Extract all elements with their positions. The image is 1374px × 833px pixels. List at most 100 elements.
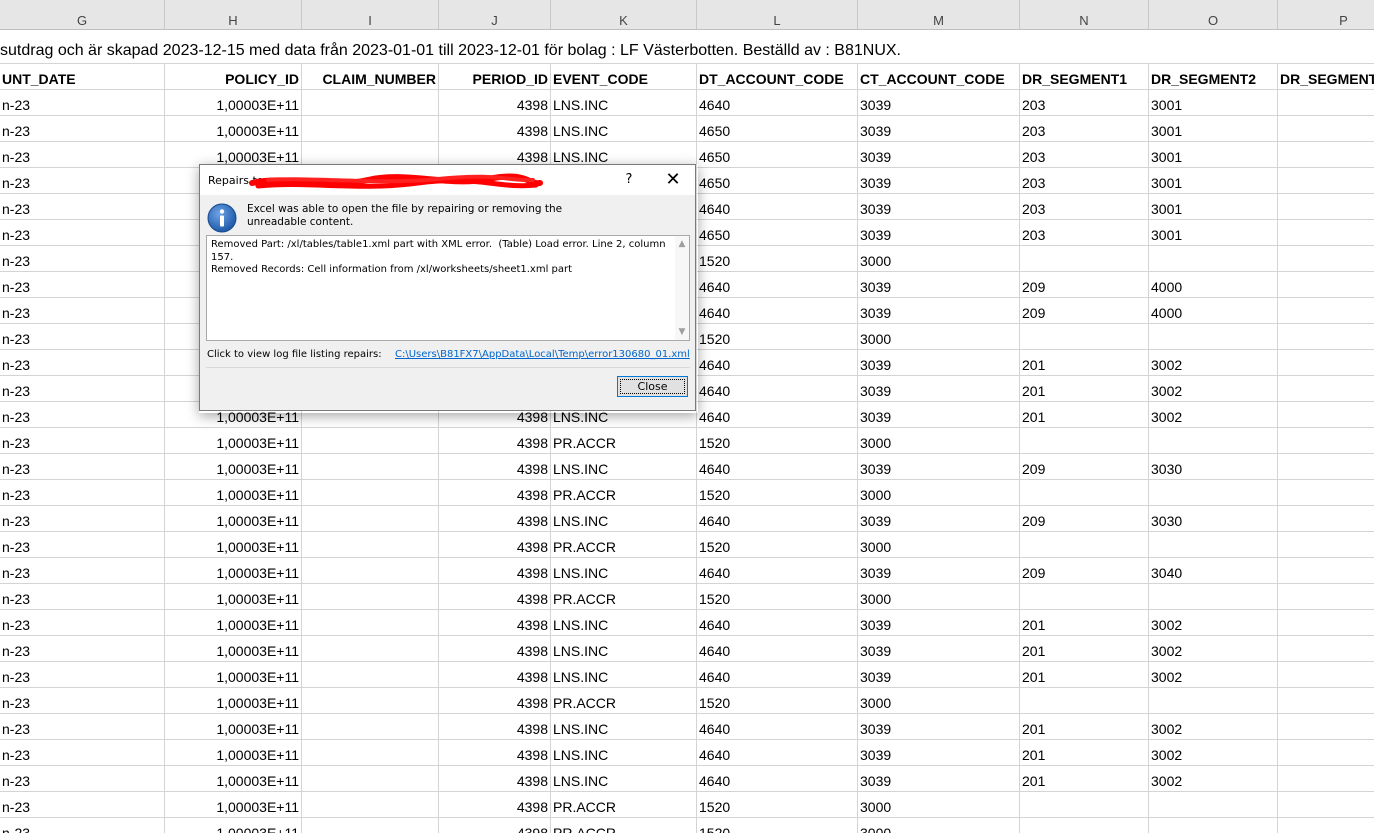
- cell-col-m[interactable]: 3039: [858, 90, 1020, 115]
- cell-col-p[interactable]: [1278, 506, 1374, 531]
- cell-col-n[interactable]: 209: [1020, 506, 1149, 531]
- cell-col-l[interactable]: 4640: [697, 636, 858, 661]
- cell-col-l[interactable]: 4640: [697, 558, 858, 583]
- cell-col-h[interactable]: 1,00003E+11: [165, 636, 302, 661]
- cell-col-o[interactable]: [1149, 246, 1278, 271]
- cell-col-l[interactable]: 4650: [697, 142, 858, 167]
- dialog-titlebar[interactable]: Repairs to ? ✕: [200, 165, 695, 195]
- column-letter-k[interactable]: K: [551, 0, 697, 29]
- cell-col-j[interactable]: 4398: [439, 818, 551, 833]
- cell-col-o[interactable]: 3001: [1149, 116, 1278, 141]
- cell-col-n[interactable]: 201: [1020, 740, 1149, 765]
- repair-details-box[interactable]: Removed Part: /xl/tables/table1.xml part…: [206, 235, 690, 341]
- cell-col-h[interactable]: 1,00003E+11: [165, 428, 302, 453]
- cell-col-l[interactable]: 4640: [697, 90, 858, 115]
- cell-col-h[interactable]: 1,00003E+11: [165, 792, 302, 817]
- header-cell-col-g[interactable]: UNT_DATE: [0, 64, 165, 89]
- cell-col-g[interactable]: n-23: [0, 636, 165, 661]
- cell-col-o[interactable]: 3002: [1149, 740, 1278, 765]
- cell-col-l[interactable]: 1520: [697, 818, 858, 833]
- cell-col-k[interactable]: PR.ACCR: [551, 428, 697, 453]
- cell-col-m[interactable]: 3039: [858, 220, 1020, 245]
- cell-col-n[interactable]: [1020, 792, 1149, 817]
- cell-col-n[interactable]: 203: [1020, 168, 1149, 193]
- cell-col-j[interactable]: 4398: [439, 792, 551, 817]
- cell-col-h[interactable]: 1,00003E+11: [165, 714, 302, 739]
- cell-col-m[interactable]: 3039: [858, 662, 1020, 687]
- cell-col-i[interactable]: [302, 480, 439, 505]
- cell-col-g[interactable]: n-23: [0, 740, 165, 765]
- cell-col-g[interactable]: n-23: [0, 298, 165, 323]
- cell-col-l[interactable]: 4640: [697, 506, 858, 531]
- cell-col-n[interactable]: [1020, 688, 1149, 713]
- cell-col-o[interactable]: 3001: [1149, 194, 1278, 219]
- cell-col-j[interactable]: 4398: [439, 740, 551, 765]
- cell-col-m[interactable]: 3039: [858, 194, 1020, 219]
- cell-col-i[interactable]: [302, 636, 439, 661]
- cell-col-k[interactable]: LNS.INC: [551, 506, 697, 531]
- cell-col-j[interactable]: 4398: [439, 714, 551, 739]
- cell-col-g[interactable]: n-23: [0, 662, 165, 687]
- cell-col-g[interactable]: n-23: [0, 688, 165, 713]
- cell-col-n[interactable]: 209: [1020, 298, 1149, 323]
- cell-col-k[interactable]: LNS.INC: [551, 454, 697, 479]
- cell-col-h[interactable]: 1,00003E+11: [165, 766, 302, 791]
- cell-col-j[interactable]: 4398: [439, 688, 551, 713]
- cell-col-i[interactable]: [302, 558, 439, 583]
- cell-col-m[interactable]: 3039: [858, 272, 1020, 297]
- cell-col-i[interactable]: [302, 584, 439, 609]
- cell-col-m[interactable]: 3039: [858, 766, 1020, 791]
- header-cell-col-m[interactable]: CT_ACCOUNT_CODE: [858, 64, 1020, 89]
- cell-col-j[interactable]: 4398: [439, 766, 551, 791]
- cell-col-n[interactable]: 203: [1020, 142, 1149, 167]
- cell-col-p[interactable]: [1278, 402, 1374, 427]
- cell-col-l[interactable]: 1520: [697, 532, 858, 557]
- cell-col-j[interactable]: 4398: [439, 480, 551, 505]
- cell-col-o[interactable]: [1149, 480, 1278, 505]
- cell-col-l[interactable]: 4640: [697, 194, 858, 219]
- cell-col-g[interactable]: n-23: [0, 610, 165, 635]
- cell-col-m[interactable]: 3039: [858, 610, 1020, 635]
- header-cell-col-p[interactable]: DR_SEGMENT3: [1278, 64, 1374, 89]
- cell-col-g[interactable]: n-23: [0, 428, 165, 453]
- cell-col-j[interactable]: 4398: [439, 454, 551, 479]
- cell-col-p[interactable]: [1278, 272, 1374, 297]
- column-letter-m[interactable]: M: [858, 0, 1020, 29]
- cell-col-o[interactable]: [1149, 792, 1278, 817]
- cell-col-p[interactable]: [1278, 116, 1374, 141]
- cell-col-l[interactable]: 4640: [697, 272, 858, 297]
- cell-col-k[interactable]: LNS.INC: [551, 662, 697, 687]
- scroll-down-icon[interactable]: ▼: [677, 327, 687, 337]
- cell-col-m[interactable]: 3000: [858, 324, 1020, 349]
- cell-col-o[interactable]: 3001: [1149, 142, 1278, 167]
- cell-col-g[interactable]: n-23: [0, 194, 165, 219]
- column-letter-l[interactable]: L: [697, 0, 858, 29]
- cell-col-k[interactable]: PR.ACCR: [551, 480, 697, 505]
- cell-col-p[interactable]: [1278, 766, 1374, 791]
- cell-col-i[interactable]: [302, 506, 439, 531]
- cell-col-n[interactable]: [1020, 324, 1149, 349]
- cell-col-p[interactable]: [1278, 90, 1374, 115]
- cell-col-k[interactable]: LNS.INC: [551, 636, 697, 661]
- cell-col-n[interactable]: 201: [1020, 350, 1149, 375]
- cell-col-h[interactable]: 1,00003E+11: [165, 480, 302, 505]
- cell-col-h[interactable]: 1,00003E+11: [165, 610, 302, 635]
- cell-col-p[interactable]: [1278, 454, 1374, 479]
- cell-col-p[interactable]: [1278, 558, 1374, 583]
- cell-col-p[interactable]: [1278, 714, 1374, 739]
- header-cell-col-j[interactable]: PERIOD_ID: [439, 64, 551, 89]
- cell-col-o[interactable]: [1149, 818, 1278, 833]
- cell-col-m[interactable]: 3039: [858, 558, 1020, 583]
- cell-col-l[interactable]: 4640: [697, 376, 858, 401]
- cell-col-o[interactable]: 4000: [1149, 298, 1278, 323]
- cell-col-p[interactable]: [1278, 792, 1374, 817]
- cell-col-l[interactable]: 4640: [697, 610, 858, 635]
- cell-col-i[interactable]: [302, 818, 439, 833]
- cell-col-l[interactable]: 1520: [697, 584, 858, 609]
- cell-col-o[interactable]: 3001: [1149, 168, 1278, 193]
- cell-col-m[interactable]: 3039: [858, 402, 1020, 427]
- cell-col-g[interactable]: n-23: [0, 168, 165, 193]
- cell-col-l[interactable]: 1520: [697, 428, 858, 453]
- cell-col-p[interactable]: [1278, 324, 1374, 349]
- cell-col-p[interactable]: [1278, 636, 1374, 661]
